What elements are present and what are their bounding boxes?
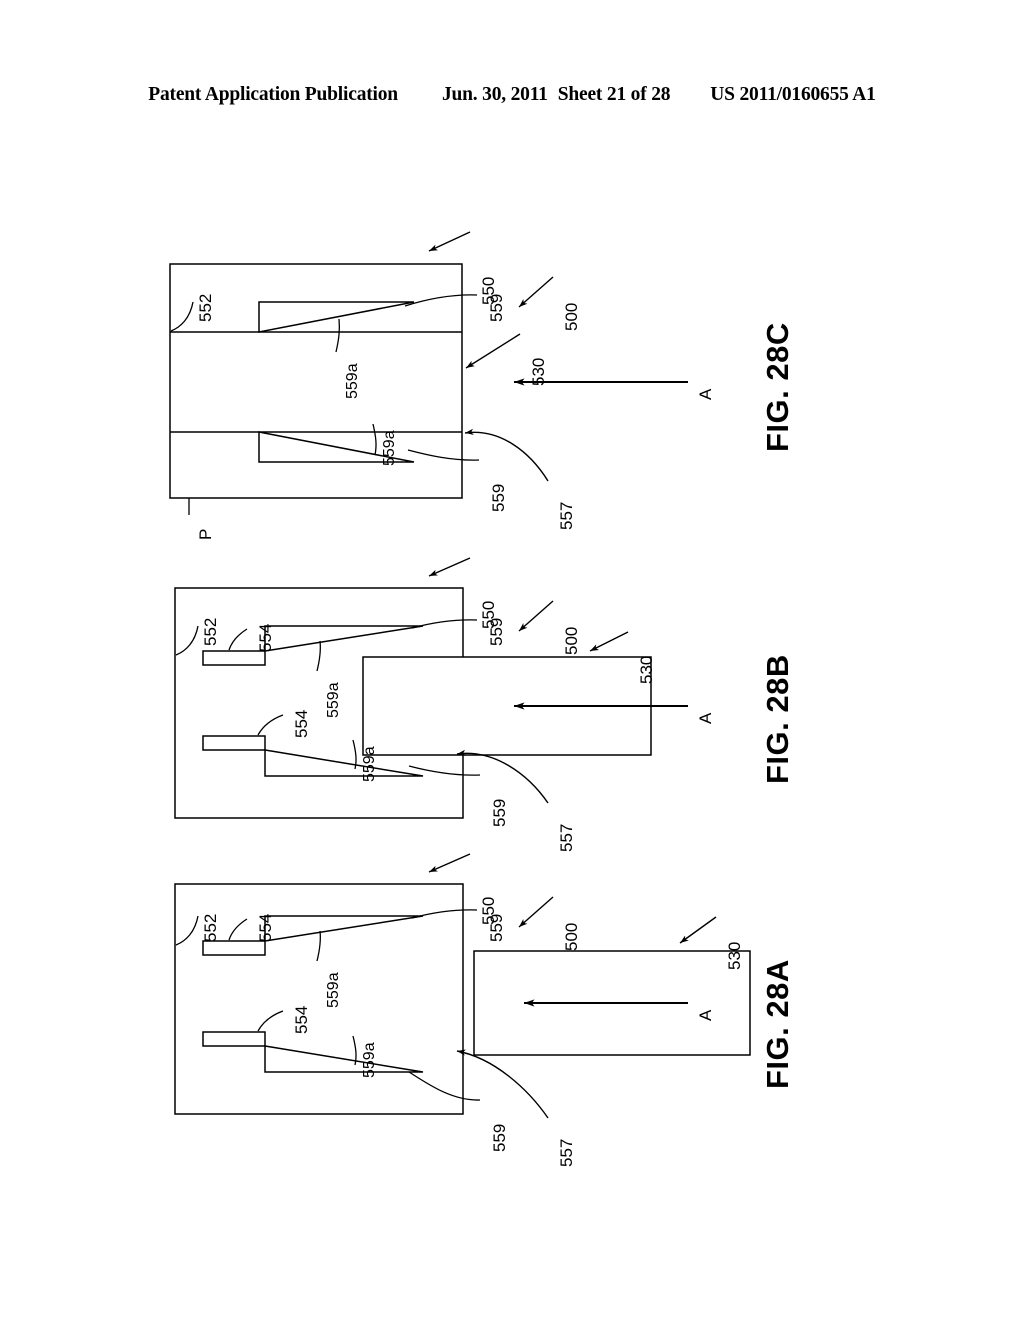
ref-557-28c: 557	[557, 501, 576, 530]
ref-500-28a: 500	[562, 922, 581, 951]
figure-caption-28c: FIG. 28C	[760, 322, 795, 452]
ref-direction-a-28a: A	[696, 1009, 715, 1021]
ref-530-28b: 530	[637, 655, 656, 684]
pad-upper-554	[202, 650, 266, 666]
ref-559-upper-28a: 559	[487, 913, 506, 942]
pad-upper-554	[202, 940, 266, 956]
ref-554-upper-28b: 554	[256, 623, 275, 652]
ref-559-upper-28b: 559	[487, 617, 506, 646]
ref-552-28b: 552	[201, 617, 220, 646]
leader-500	[518, 600, 554, 632]
leader-530	[679, 916, 717, 944]
ref-557-28b: 557	[557, 823, 576, 852]
ref-552-28c: 552	[196, 293, 215, 322]
ref-559a-upper-28b: 559a	[325, 682, 342, 718]
pad-lower-554	[202, 735, 266, 751]
ref-p-28c: P	[196, 528, 215, 540]
ref-559-lower-28b: 559	[490, 798, 509, 827]
ref-559a-lower-28b: 559a	[361, 746, 378, 782]
ref-557-28a: 557	[557, 1138, 576, 1167]
figure-28b	[174, 557, 688, 819]
drawing-canvas	[169, 231, 751, 1119]
leader-500	[518, 276, 554, 308]
ref-559-lower-28a: 559	[490, 1123, 509, 1152]
leader-550	[428, 557, 471, 577]
ref-559-lower-28c: 559	[489, 483, 508, 512]
ref-552-28a: 552	[201, 913, 220, 942]
figure-28c	[169, 231, 688, 515]
ref-500-28b: 500	[562, 626, 581, 655]
leader-530	[465, 333, 521, 369]
leader-550	[428, 853, 471, 873]
ref-559a-upper-28a: 559a	[325, 972, 342, 1008]
ref-559a-upper-28c: 559a	[344, 363, 361, 399]
pad-lower-554	[202, 1031, 266, 1047]
leader-557	[456, 749, 549, 804]
figure-caption-28a: FIG. 28A	[760, 959, 795, 1089]
leader-550	[428, 231, 471, 252]
ref-554-lower-28a: 554	[292, 1005, 311, 1034]
figure-caption-28b: FIG. 28B	[760, 654, 795, 784]
ref-530-28c: 530	[529, 357, 548, 386]
leader-530	[589, 631, 629, 652]
ref-559a-lower-28a: 559a	[361, 1042, 378, 1078]
ref-530-28a: 530	[725, 941, 744, 970]
ref-554-upper-28a: 554	[256, 913, 275, 942]
ref-559a-lower-28c: 559a	[381, 430, 398, 466]
ref-direction-a-28b: A	[696, 712, 715, 724]
patent-drawing-sheet: 550 552 500 530 559 559a 559 559a 557 P …	[0, 0, 1024, 1320]
ref-559-upper-28c: 559	[487, 293, 506, 322]
leader-500	[518, 896, 554, 928]
ref-direction-a-28c: A	[696, 388, 715, 400]
figure-28a	[174, 853, 751, 1119]
ref-500-28c: 500	[562, 302, 581, 331]
leader-557	[456, 1049, 549, 1119]
ref-554-lower-28b: 554	[292, 709, 311, 738]
leader-557	[464, 428, 549, 482]
